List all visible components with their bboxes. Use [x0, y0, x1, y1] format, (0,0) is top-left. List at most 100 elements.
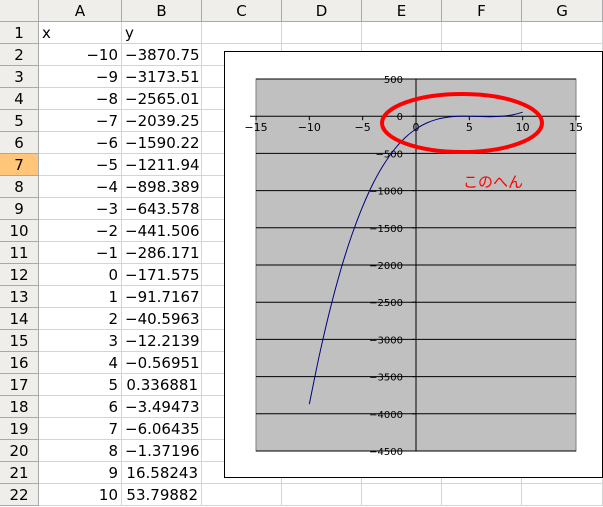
y-tick-label: 500 [384, 75, 403, 86]
cell-a8[interactable]: −4 [39, 176, 122, 198]
cell-b11[interactable]: −286.171 [122, 242, 202, 264]
cell-c1[interactable] [202, 22, 282, 44]
cell-a21[interactable]: 9 [39, 462, 122, 484]
y-tick-label: −500 [376, 149, 403, 160]
x-tick-label: −15 [244, 121, 267, 134]
column-header-c[interactable]: C [202, 0, 282, 22]
row-header-16[interactable]: 16 [0, 352, 39, 374]
cell-b22[interactable]: 53.79882 [122, 484, 202, 506]
cell-f1[interactable] [442, 22, 522, 44]
cell-a12[interactable]: 0 [39, 264, 122, 286]
cell-a9[interactable]: −3 [39, 198, 122, 220]
y-tick-label: −1500 [369, 224, 403, 235]
row-header-9[interactable]: 9 [0, 198, 39, 220]
cell-b17[interactable]: 0.336881 [122, 374, 202, 396]
row-header-15[interactable]: 15 [0, 330, 39, 352]
row-header-21[interactable]: 21 [0, 462, 39, 484]
x-tick-label: 10 [516, 121, 530, 134]
row-header-11[interactable]: 11 [0, 242, 39, 264]
cell-a19[interactable]: 7 [39, 418, 122, 440]
cell-a10[interactable]: −2 [39, 220, 122, 242]
cell-b8[interactable]: −898.389 [122, 176, 202, 198]
cell-b18[interactable]: −3.49473 [122, 396, 202, 418]
row-header-18[interactable]: 18 [0, 396, 39, 418]
cell-a22[interactable]: 10 [39, 484, 122, 506]
cell-f22[interactable] [442, 484, 522, 506]
cell-a1[interactable]: x [39, 22, 122, 44]
cell-a5[interactable]: −7 [39, 110, 122, 132]
y-tick-label: −4500 [369, 447, 403, 458]
cell-b19[interactable]: −6.06435 [122, 418, 202, 440]
cell-a18[interactable]: 6 [39, 396, 122, 418]
cell-a14[interactable]: 2 [39, 308, 122, 330]
cell-b6[interactable]: −1590.22 [122, 132, 202, 154]
cell-d22[interactable] [282, 484, 362, 506]
x-tick-label: 15 [569, 121, 583, 134]
embedded-chart[interactable]: −15 −10 −5 0 5 10 15 500 0 −500 −1000 −1500 −2000 −25… [224, 51, 603, 478]
cell-b12[interactable]: −171.575 [122, 264, 202, 286]
cell-a7[interactable]: −5 [39, 154, 122, 176]
cell-e22[interactable] [362, 484, 442, 506]
cell-c22[interactable] [202, 484, 282, 506]
column-header-e[interactable]: E [362, 0, 442, 22]
row-header-12[interactable]: 12 [0, 264, 39, 286]
row-header-20[interactable]: 20 [0, 440, 39, 462]
y-tick-label: −3000 [369, 335, 403, 346]
cell-b14[interactable]: −40.5963 [122, 308, 202, 330]
cell-b13[interactable]: −91.7167 [122, 286, 202, 308]
chart-svg: −15 −10 −5 0 5 10 155000−500−1000−1500−2000−25… [244, 75, 583, 458]
column-header-f[interactable]: F [442, 0, 522, 22]
cell-b5[interactable]: −2039.25 [122, 110, 202, 132]
cell-g22[interactable] [522, 484, 603, 506]
cell-b21[interactable]: 16.58243 [122, 462, 202, 484]
row-header-8[interactable]: 8 [0, 176, 39, 198]
row-header-4[interactable]: 4 [0, 88, 39, 110]
row-header-22[interactable]: 22 [0, 484, 39, 506]
column-header-d[interactable]: D [282, 0, 362, 22]
y-tick-label: −4000 [369, 410, 403, 421]
y-tick-label: −1000 [369, 187, 403, 198]
cell-b7[interactable]: −1211.94 [122, 154, 202, 176]
cell-b20[interactable]: −1.37196 [122, 440, 202, 462]
x-tick-label: −5 [355, 121, 371, 134]
cell-a2[interactable]: −10 [39, 44, 122, 66]
cell-a15[interactable]: 3 [39, 330, 122, 352]
cell-b16[interactable]: −0.56951 [122, 352, 202, 374]
cell-a3[interactable]: −9 [39, 66, 122, 88]
row-header-6[interactable]: 6 [0, 132, 39, 154]
cell-a13[interactable]: 1 [39, 286, 122, 308]
annotation-label: このへん [463, 173, 523, 191]
row-header-13[interactable]: 13 [0, 286, 39, 308]
cell-b1[interactable]: y [122, 22, 202, 44]
column-header-g[interactable]: G [522, 0, 603, 22]
cell-a4[interactable]: −8 [39, 88, 122, 110]
cell-b3[interactable]: −3173.51 [122, 66, 202, 88]
cell-a6[interactable]: −6 [39, 132, 122, 154]
cell-a16[interactable]: 4 [39, 352, 122, 374]
row-header-5[interactable]: 5 [0, 110, 39, 132]
row-header-7[interactable]: 7 [0, 154, 39, 176]
spreadsheet[interactable]: ABCDEFG 1 x y 2 −10 −3870.75 3 −9 −3173.51 4 −8 −25… [0, 0, 603, 507]
row-header-3[interactable]: 3 [0, 66, 39, 88]
cell-d1[interactable] [282, 22, 362, 44]
row-header-19[interactable]: 19 [0, 418, 39, 440]
row-header-1[interactable]: 1 [0, 22, 39, 44]
select-all-corner[interactable] [0, 0, 39, 22]
cell-b2[interactable]: −3870.75 [122, 44, 202, 66]
cell-a17[interactable]: 5 [39, 374, 122, 396]
cell-b4[interactable]: −2565.01 [122, 88, 202, 110]
cell-e1[interactable] [362, 22, 442, 44]
column-header-b[interactable]: B [122, 0, 202, 22]
cell-a20[interactable]: 8 [39, 440, 122, 462]
cell-g1[interactable] [522, 22, 603, 44]
row-header-10[interactable]: 10 [0, 220, 39, 242]
row-header-14[interactable]: 14 [0, 308, 39, 330]
row-header-2[interactable]: 2 [0, 44, 39, 66]
y-tick-label: −3500 [369, 373, 403, 384]
column-header-a[interactable]: A [39, 0, 122, 22]
cell-b15[interactable]: −12.2139 [122, 330, 202, 352]
row-header-17[interactable]: 17 [0, 374, 39, 396]
cell-b10[interactable]: −441.506 [122, 220, 202, 242]
cell-a11[interactable]: −1 [39, 242, 122, 264]
cell-b9[interactable]: −643.578 [122, 198, 202, 220]
